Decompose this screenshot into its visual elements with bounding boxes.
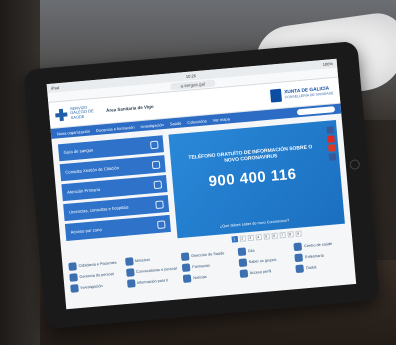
service-link[interactable]: Información para ti [126,275,180,288]
service-link[interactable]: Acceso perfil [239,265,292,278]
building-icon [181,252,190,262]
menu-item[interactable]: Coleccións [187,118,207,125]
facebook-icon[interactable] [326,126,334,134]
hospital-icon [155,199,164,209]
home-button[interactable] [349,159,361,170]
coronavirus-banner[interactable]: TELÉFONO GRATUÍTO DE INFORMACIÓN SOBRE O… [168,120,345,239]
newspaper-icon [182,274,192,283]
service-label: Acceso perfil [249,269,272,275]
menu-item[interactable]: Saúde [169,120,181,126]
service-label: Investigación [80,283,103,290]
blood-drop-icon [149,140,159,149]
sergas-name: SERVIZO GALEGO DE SAÚDE [69,104,94,120]
calendar-icon [151,160,161,169]
menu-item[interactable]: Investigación [140,122,164,129]
quicklink-label: Atención Primaria [66,186,101,195]
quicklink-label: Acceso por zona [70,226,102,235]
quicklink-label: Consulta Xestión de Citación [65,165,120,175]
banner-phone[interactable]: 900 400 116 [182,163,323,192]
xunta-logo[interactable]: XUNTA DE GALICIA CONSELLERÍA DE SANIDADE [269,84,334,103]
group-icon [238,258,248,268]
area-title: Área Sanitaria de Vigo [105,103,154,114]
service-label: Convocatorias e persoal [135,266,177,274]
service-label: Dirección de Saúde [191,251,225,258]
flask-icon [70,284,79,293]
tablet-screen: iPad 10:26 100% a.sergas.gal SERVIZO GAL… [46,58,357,310]
rss-icon[interactable] [327,144,336,152]
twitter-icon[interactable] [328,153,337,161]
service-label: Enfermaría [304,253,324,259]
service-label: Centro de saúde [303,241,333,249]
pager-dot[interactable]: 6 [270,232,278,240]
service-label: Farmacias [192,263,211,269]
pager-dot[interactable]: 3 [247,234,254,242]
social-links [326,126,337,161]
people-icon [68,262,77,271]
stethoscope-icon [153,179,163,189]
clinic-icon [293,242,303,252]
tablet-device: iPad 10:26 100% a.sergas.gal SERVIZO GAL… [23,40,380,330]
service-label: Ministros [134,257,151,263]
sergas-logo[interactable]: SERVIZO GALEGO DE SAÚDE [55,104,97,122]
quicklink-label: Urxencias, consultas e hospitais [68,204,129,215]
status-battery: 100% [322,61,334,67]
map-pin-icon [156,219,166,229]
service-label: Saber os grupos [248,257,277,264]
youtube-icon[interactable] [327,135,335,143]
service-label: Cita [247,248,255,253]
info-icon [126,279,136,288]
pager-dot[interactable]: 4 [255,234,262,241]
service-label: Dixital [305,265,317,270]
service-label: Información para ti [136,278,169,285]
pager-dot[interactable]: 7 [278,231,286,239]
id-card-icon [69,273,78,282]
service-link[interactable]: Dixital [295,261,349,274]
nurse-icon [294,253,304,263]
service-link[interactable]: Investigación [70,280,123,293]
pager-dot[interactable]: 9 [294,230,302,238]
quicklink-label: Guía de sangue [63,147,94,155]
pill-icon [181,263,191,272]
pager-dot[interactable]: 1 [231,236,238,243]
cross-icon [55,108,68,121]
pager-dot[interactable]: 8 [286,231,294,238]
menu-item[interactable]: Ver mapa [212,116,229,122]
service-label: Cidadanía e Pacientes [78,260,117,268]
user-icon [239,269,249,278]
pager-dot[interactable]: 5 [262,233,270,240]
quicklinks-column: Guía de sangue Consulta Xestión de Citac… [57,135,172,248]
menu-item[interactable]: Nosa organización [57,128,90,136]
service-label: Noticias [193,274,207,280]
status-time: 10:26 [185,73,197,79]
service-label: Gerencia do persoal [79,271,114,279]
laptop-icon [295,264,305,274]
status-carrier: iPad [50,85,60,91]
clipboard-icon [237,247,247,257]
pen-icon [124,257,134,266]
xunta-shield-icon [269,88,283,103]
document-icon [125,268,135,277]
pager-dot[interactable]: 2 [239,235,246,242]
service-link[interactable]: Noticias [182,270,236,283]
banner-title: TELÉFONO GRATUÍTO DE INFORMACIÓN SOBRE O… [188,144,313,164]
